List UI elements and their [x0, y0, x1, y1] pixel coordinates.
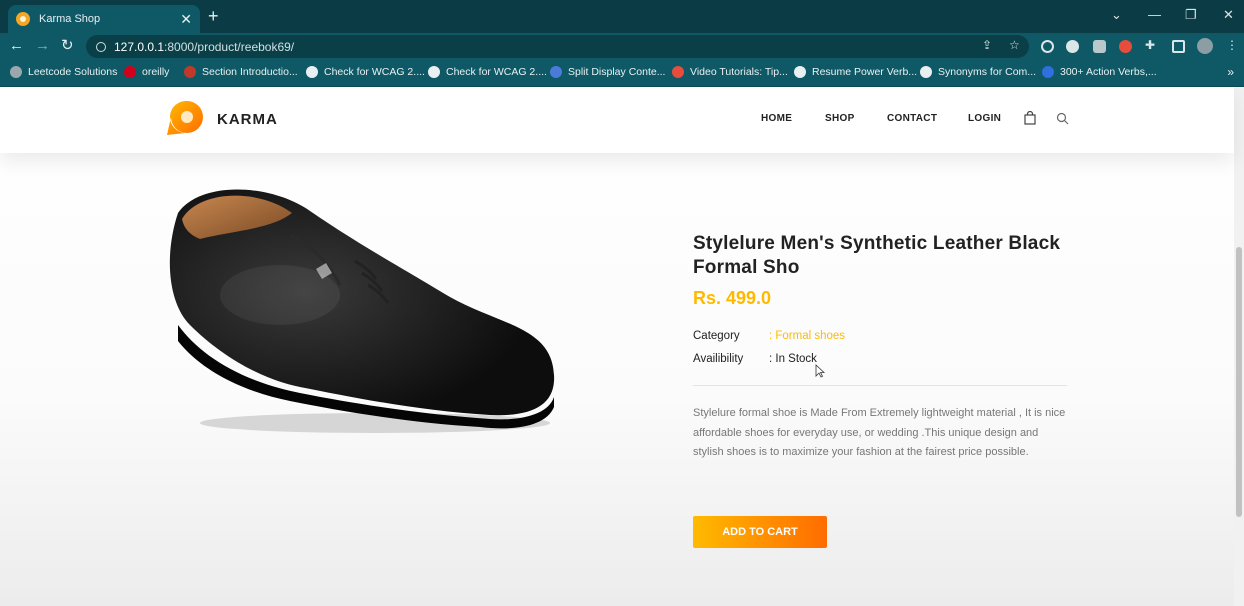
page-scrollbar[interactable] — [1234, 87, 1244, 606]
availability-label: Availibility — [693, 353, 744, 365]
shopping-bag-icon[interactable] — [1024, 111, 1036, 125]
extensions-puzzle-icon[interactable]: ✚ — [1145, 39, 1155, 51]
nav-home-link[interactable]: HOME — [761, 113, 792, 124]
site-info-icon[interactable] — [96, 41, 106, 52]
bookmark-label: Check for WCAG 2.... — [446, 66, 547, 78]
bookmark-favicon-icon — [428, 66, 440, 78]
brand-name: KARMA — [217, 110, 278, 128]
bookmark-item[interactable]: Leetcode Solutions — [10, 66, 117, 78]
browser-tab[interactable]: Karma Shop ✕ — [8, 5, 200, 33]
bookmark-label: Split Display Conte... — [568, 66, 666, 78]
karma-logo-icon — [167, 100, 203, 135]
restore-button[interactable]: ❐ — [1185, 8, 1197, 22]
category-label: Category — [693, 330, 740, 342]
bookmark-item[interactable]: oreilly — [124, 66, 169, 78]
close-window-button[interactable]: ✕ — [1223, 8, 1234, 22]
bookmark-label: Synonyms for Com... — [938, 66, 1037, 78]
url-text: 127.0.0.1:8000/product/reebok69/ — [114, 39, 295, 54]
profile-avatar[interactable] — [1197, 38, 1213, 54]
bookmark-favicon-icon — [672, 66, 684, 78]
availability-value: : In Stock — [769, 353, 817, 365]
bookmark-favicon-icon — [1042, 66, 1054, 78]
browser-tab-strip: Karma Shop ✕ + ⌄ — ❐ ✕ — [0, 0, 1244, 33]
bookmarks-bar: » Leetcode Solutions oreilly Section Intro… — [0, 60, 1244, 87]
bookmark-label: Check for WCAG 2.... — [324, 66, 425, 78]
add-to-cart-button[interactable]: ADD TO CART — [693, 516, 827, 548]
site-header: KARMA HOME SHOP CONTACT LOGIN — [0, 87, 1234, 153]
bookmark-label: Video Tutorials: Tip... — [690, 66, 788, 78]
browser-toolbar: ← → ↻ 127.0.0.1:8000/product/reebok69/ ⇪… — [0, 33, 1244, 60]
bookmark-favicon-icon — [306, 66, 318, 78]
extension-circle-icon[interactable] — [1041, 40, 1054, 53]
product-details: Stylelure Men's Synthetic Leather Black … — [693, 232, 1073, 463]
side-panel-icon[interactable] — [1172, 40, 1185, 53]
extension-w-icon[interactable] — [1066, 40, 1079, 53]
bookmark-item[interactable]: 300+ Action Verbs,... — [1042, 66, 1157, 78]
extension-red-icon[interactable] — [1119, 40, 1132, 53]
nav-shop-link[interactable]: SHOP — [825, 113, 855, 124]
bookmark-favicon-icon — [124, 66, 136, 78]
mouse-pointer-icon — [815, 364, 825, 378]
bookmark-label: Leetcode Solutions — [28, 66, 118, 78]
nav-login-link[interactable]: LOGIN — [968, 113, 1001, 124]
camera-extension-icon[interactable] — [1093, 40, 1106, 53]
product-title: Stylelure Men's Synthetic Leather Black … — [693, 233, 1061, 278]
bookmark-favicon-icon — [10, 66, 22, 78]
bookmark-label: 300+ Action Verbs,... — [1060, 66, 1157, 78]
karma-favicon-icon — [16, 12, 30, 26]
availability-row: Availibility : In Stock — [693, 348, 1073, 371]
bookmarks-more-icon[interactable]: » — [1227, 65, 1234, 79]
scrollbar-thumb[interactable] — [1236, 247, 1242, 517]
bookmark-star-icon[interactable]: ☆ — [1009, 39, 1020, 51]
divider — [693, 385, 1067, 386]
back-arrow-icon[interactable]: ← — [9, 38, 24, 54]
bookmark-label: oreilly — [142, 66, 170, 78]
close-tab-icon[interactable]: ✕ — [180, 12, 192, 26]
category-value[interactable]: : Formal shoes — [769, 325, 845, 348]
bookmark-label: Section Introductio... — [202, 66, 298, 78]
bookmark-item[interactable]: Video Tutorials: Tip... — [672, 66, 788, 78]
category-row: Category : Formal shoes — [693, 325, 1073, 348]
bookmark-item[interactable]: Split Display Conte... — [550, 66, 665, 78]
bookmark-item[interactable]: Section Introductio... — [184, 66, 298, 78]
product-image — [169, 189, 555, 433]
address-bar[interactable]: 127.0.0.1:8000/product/reebok69/ — [86, 35, 1029, 58]
bookmark-item[interactable]: Check for WCAG 2.... — [306, 66, 425, 78]
product-price: Rs. 499.0 — [693, 288, 772, 308]
bookmark-label: Resume Power Verb... — [812, 66, 918, 78]
product-description: Stylelure formal shoe is Made From Extre… — [693, 407, 1066, 458]
bookmark-item[interactable]: Check for WCAG 2.... — [428, 66, 547, 78]
bookmark-favicon-icon — [794, 66, 806, 78]
search-icon[interactable] — [1056, 112, 1069, 125]
site-logo[interactable]: KARMA — [165, 99, 278, 139]
bookmark-item[interactable]: Synonyms for Com... — [920, 66, 1036, 78]
menu-kebab-icon[interactable]: ⋮ — [1226, 39, 1238, 51]
bookmark-item[interactable]: Resume Power Verb... — [794, 66, 917, 78]
share-icon[interactable]: ⇪ — [982, 39, 992, 51]
bookmark-favicon-icon — [550, 66, 562, 78]
tab-search-icon[interactable]: ⌄ — [1111, 8, 1122, 22]
new-tab-button[interactable]: + — [208, 7, 219, 25]
bookmark-favicon-icon — [920, 66, 932, 78]
page-viewport: KARMA HOME SHOP CONTACT LOGIN Stylelure … — [0, 87, 1244, 606]
minimize-button[interactable]: — — [1148, 8, 1161, 22]
nav-contact-link[interactable]: CONTACT — [887, 113, 937, 124]
bookmark-favicon-icon — [184, 66, 196, 78]
reload-icon[interactable]: ↻ — [61, 38, 74, 54]
tab-title: Karma Shop — [39, 13, 101, 25]
product-meta: Category : Formal shoes Availibility : I… — [693, 325, 1073, 371]
forward-arrow-icon[interactable]: → — [35, 38, 50, 54]
